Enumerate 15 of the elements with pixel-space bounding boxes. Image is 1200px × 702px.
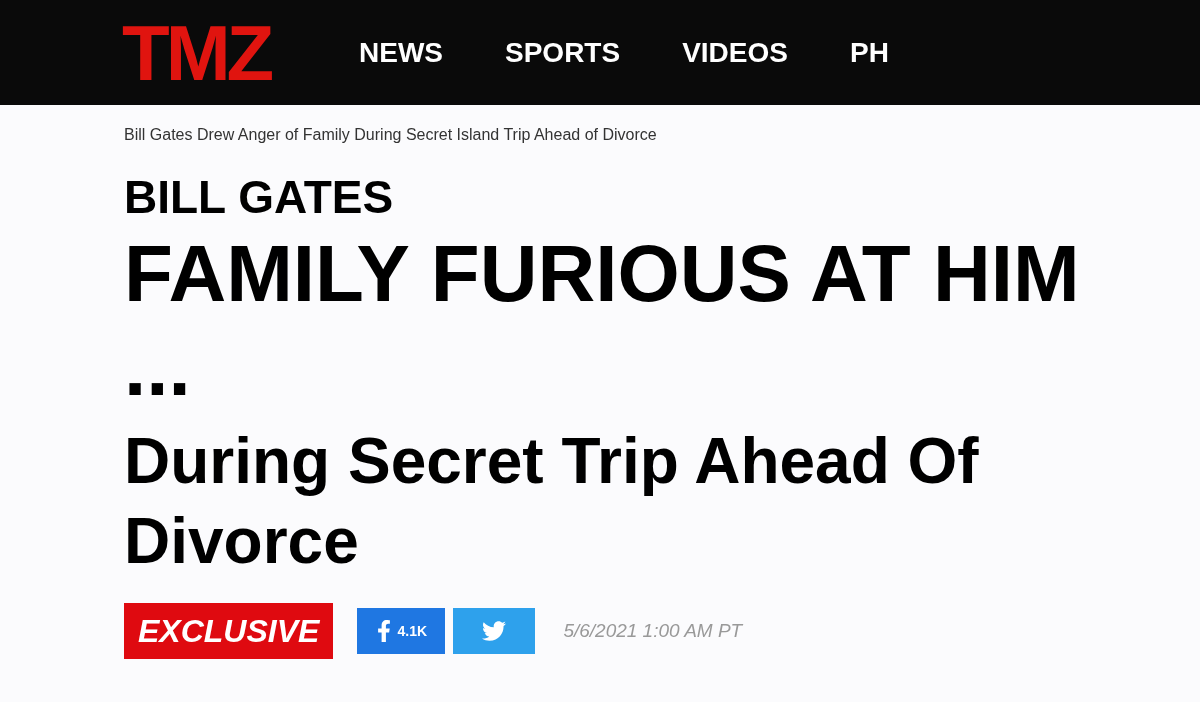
facebook-icon <box>375 620 392 642</box>
nav-link[interactable]: VIDEOS <box>682 38 788 67</box>
twitter-icon <box>481 619 508 643</box>
nav-link[interactable]: SPORTS <box>505 38 621 67</box>
nav-link[interactable]: NEWS <box>359 38 443 67</box>
article-subheadline: During Secret Trip Ahead Of Divorce <box>124 424 980 579</box>
site-logo[interactable]: TMZ <box>122 13 307 92</box>
breadcrumb-text: Bill Gates Drew Anger of Family During Secret Island Trip Ahead of Divorce <box>124 125 658 145</box>
publish-timestamp: 5/6/2021 1:00 AM PT <box>563 618 743 643</box>
article-headline: FAMILY FURIOUS AT HIM ... <box>124 228 1081 414</box>
nav-link[interactable]: PH <box>849 38 889 67</box>
article-kicker: BILL GATES <box>124 171 395 223</box>
exclusive-badge: EXCLUSIVE <box>124 603 334 659</box>
facebook-share-button[interactable]: 4.1K <box>357 608 446 654</box>
twitter-share-button[interactable] <box>453 608 536 654</box>
